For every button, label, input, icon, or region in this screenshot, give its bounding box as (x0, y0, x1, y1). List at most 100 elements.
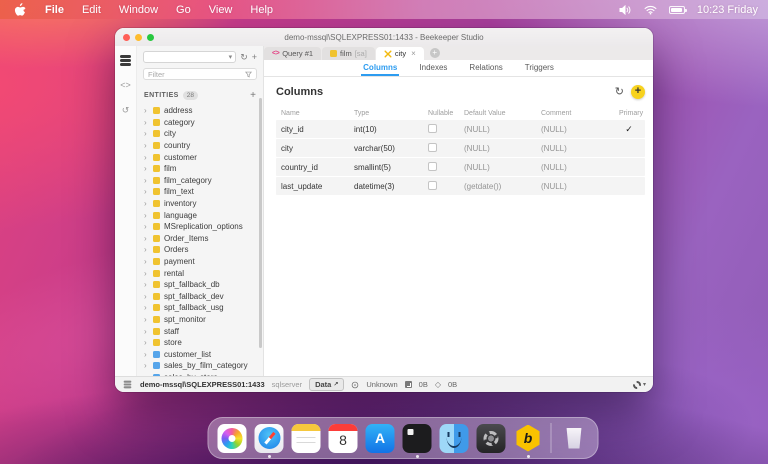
history-nav-icon[interactable]: ↺ (119, 104, 133, 116)
sidebar-entity[interactable]: › inventory (144, 198, 263, 210)
sidebar-entity[interactable]: › city (144, 128, 263, 140)
nullable-checkbox[interactable] (428, 181, 437, 190)
expand-caret-icon[interactable]: › (144, 361, 149, 370)
expand-caret-icon[interactable]: › (144, 106, 149, 115)
database-nav-icon[interactable] (119, 54, 133, 66)
dock-notes-icon[interactable] (292, 424, 321, 453)
expand-caret-icon[interactable]: › (144, 118, 149, 127)
nullable-checkbox[interactable] (428, 162, 437, 171)
comment-cell[interactable]: (NULL) (541, 163, 619, 172)
settings-gear-button[interactable]: ▾ (633, 381, 646, 389)
add-column-button[interactable]: + (631, 85, 645, 99)
entity-filter-input[interactable] (148, 70, 245, 79)
refresh-columns-icon[interactable]: ↻ (615, 87, 624, 98)
expand-caret-icon[interactable]: › (144, 338, 149, 347)
subtab-indexes[interactable]: Indexes (417, 63, 449, 76)
expand-caret-icon[interactable]: › (144, 373, 149, 376)
subtab-columns[interactable]: Columns (361, 63, 399, 76)
sidebar-entity[interactable]: › language (144, 209, 263, 221)
dock-settings-icon[interactable] (477, 424, 506, 453)
sidebar-entity[interactable]: › Order_Items (144, 233, 263, 245)
default-value-cell[interactable]: (getdate()) (464, 182, 541, 191)
dock-photos-icon[interactable] (218, 424, 247, 453)
menu-item-view[interactable]: View (200, 4, 242, 16)
expand-caret-icon[interactable]: › (144, 222, 149, 231)
sidebar-entity[interactable]: › customer_list (144, 348, 263, 360)
dock-appstore-icon[interactable] (366, 424, 395, 453)
sidebar-entity[interactable]: › category (144, 117, 263, 129)
menu-item-edit[interactable]: Edit (73, 4, 110, 16)
sidebar-scrollbar[interactable] (259, 98, 262, 348)
filter-funnel-icon[interactable] (245, 71, 252, 78)
volume-icon[interactable] (619, 5, 632, 15)
comment-cell[interactable]: (NULL) (541, 125, 619, 134)
menu-item-go[interactable]: Go (167, 4, 200, 16)
subtab-triggers[interactable]: Triggers (523, 63, 556, 76)
dock-calendar-icon[interactable]: 8 (329, 424, 358, 453)
nullable-cell[interactable] (428, 162, 464, 173)
column-name-cell[interactable]: city_id (276, 125, 354, 134)
sidebar-entity[interactable]: › store (144, 337, 263, 349)
table-row[interactable]: city varchar(50) (NULL) (NULL) × (276, 139, 645, 157)
dock-beekeeper-icon[interactable]: b (514, 424, 543, 453)
sidebar-entity[interactable]: › MSreplication_options (144, 221, 263, 233)
default-value-cell[interactable]: (NULL) (464, 163, 541, 172)
dock-dark-app-icon[interactable] (403, 424, 432, 453)
sidebar-entity[interactable]: › spt_fallback_usg (144, 302, 263, 314)
nullable-checkbox[interactable] (428, 124, 437, 133)
menu-item-help[interactable]: Help (241, 4, 282, 16)
nullable-cell[interactable] (428, 124, 464, 135)
apple-menu[interactable] (10, 3, 36, 17)
default-value-cell[interactable]: (NULL) (464, 125, 541, 134)
nullable-cell[interactable] (428, 143, 464, 154)
expand-caret-icon[interactable]: › (144, 257, 149, 266)
sidebar-entity[interactable]: › rental (144, 267, 263, 279)
expand-caret-icon[interactable]: › (144, 176, 149, 185)
wifi-icon[interactable] (644, 5, 657, 15)
refresh-entities-icon[interactable]: ↻ (240, 53, 248, 62)
new-connection-icon[interactable]: + (252, 53, 257, 62)
column-type-cell[interactable]: varchar(50) (354, 144, 428, 153)
window-titlebar[interactable]: demo-mssql\SQLEXPRESS01:1433 - Beekeeper… (115, 28, 653, 46)
expand-caret-icon[interactable]: › (144, 327, 149, 336)
queries-nav-icon[interactable]: <> (119, 79, 133, 91)
sidebar-entity[interactable]: › address (144, 105, 263, 117)
tab-query-1[interactable]: <> Query #1 (264, 47, 321, 60)
expand-caret-icon[interactable]: › (144, 303, 149, 312)
add-entity-icon[interactable]: + (250, 90, 256, 101)
column-name-cell[interactable]: country_id (276, 163, 354, 172)
sidebar-entity[interactable]: › spt_fallback_db (144, 279, 263, 291)
table-row[interactable]: city_id int(10) (NULL) (NULL) ✓ × (276, 120, 645, 138)
primary-key-check[interactable]: ✓ (619, 124, 639, 135)
sidebar-entity[interactable]: › country (144, 140, 263, 152)
database-select[interactable]: ▾ (143, 51, 236, 63)
expand-caret-icon[interactable]: › (144, 315, 149, 324)
expand-caret-icon[interactable]: › (144, 245, 149, 254)
column-type-cell[interactable]: int(10) (354, 125, 428, 134)
entity-filter[interactable] (143, 68, 257, 80)
subtab-relations[interactable]: Relations (467, 63, 504, 76)
dock-finder-icon[interactable] (440, 424, 469, 453)
expand-caret-icon[interactable]: › (144, 234, 149, 243)
sidebar-entity[interactable]: › Orders (144, 244, 263, 256)
close-tab-icon[interactable]: × (411, 49, 416, 58)
sidebar-entity[interactable]: › payment (144, 256, 263, 268)
expand-caret-icon[interactable]: › (144, 164, 149, 173)
nullable-cell[interactable] (428, 181, 464, 192)
sidebar-entity[interactable]: › film_category (144, 175, 263, 187)
expand-caret-icon[interactable]: › (144, 350, 149, 359)
data-mode-button[interactable]: Data ↗ (309, 378, 344, 391)
expand-caret-icon[interactable]: › (144, 199, 149, 208)
sidebar-entity[interactable]: › spt_monitor (144, 314, 263, 326)
expand-caret-icon[interactable]: › (144, 153, 149, 162)
expand-caret-icon[interactable]: › (144, 129, 149, 138)
expand-caret-icon[interactable]: › (144, 141, 149, 150)
column-name-cell[interactable]: last_update (276, 182, 354, 191)
expand-caret-icon[interactable]: › (144, 269, 149, 278)
expand-caret-icon[interactable]: › (144, 211, 149, 220)
column-type-cell[interactable]: datetime(3) (354, 182, 428, 191)
dock-trash-icon[interactable] (560, 424, 589, 453)
menu-clock[interactable]: 10:23 Friday (697, 4, 758, 16)
sidebar-entity[interactable]: › sales_by_film_category (144, 360, 263, 372)
column-name-cell[interactable]: city (276, 144, 354, 153)
